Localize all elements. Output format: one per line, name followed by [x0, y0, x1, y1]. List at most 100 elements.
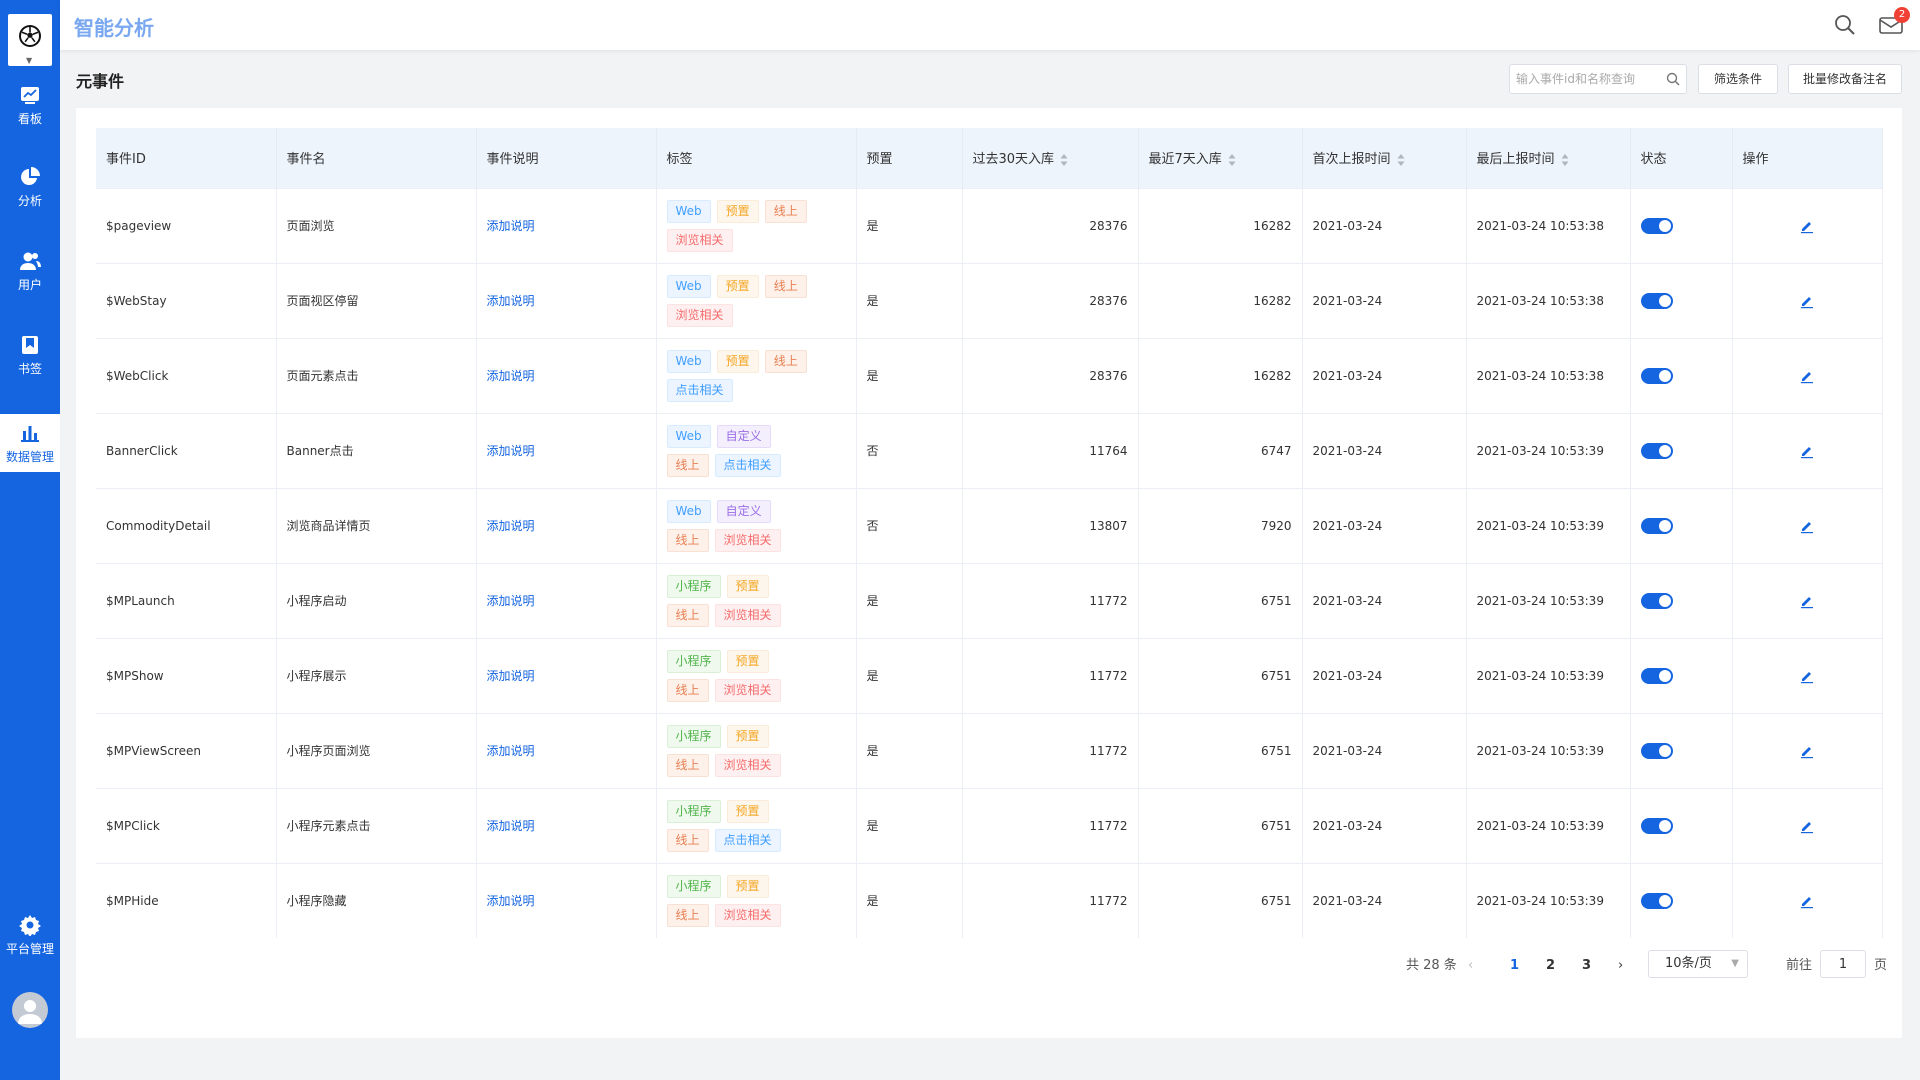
status-toggle[interactable] — [1640, 742, 1673, 759]
logo[interactable]: ▼ — [8, 14, 52, 66]
add-description-link[interactable]: 添加说明 — [476, 712, 657, 788]
event-tag: 线上 — [764, 199, 807, 223]
edit-icon[interactable] — [1799, 668, 1815, 684]
sidebar-item-dashboard[interactable]: 看板 — [0, 84, 60, 144]
event-tag: Web — [666, 199, 711, 223]
add-description-link[interactable]: 添加说明 — [476, 862, 657, 938]
sidebar-item-label: 分析 — [17, 194, 42, 208]
status-toggle[interactable] — [1640, 592, 1673, 609]
page-number[interactable]: 1 — [1510, 952, 1519, 980]
edit-icon[interactable] — [1799, 368, 1815, 384]
page-size-select[interactable]: 10条/页 ▼ — [1648, 950, 1748, 978]
avatar[interactable] — [12, 992, 48, 1028]
edit-icon[interactable] — [1799, 593, 1815, 609]
add-description-link[interactable]: 添加说明 — [476, 412, 657, 488]
add-description-link[interactable]: 添加说明 — [476, 262, 657, 338]
edit-icon[interactable] — [1799, 743, 1815, 759]
page-number[interactable]: 3 — [1582, 952, 1591, 980]
tag-list: Web 自定义 线上 点击相关 — [666, 424, 817, 477]
chevron-left-icon[interactable]: ‹ — [1468, 952, 1473, 980]
cell-first-report: 2021-03-24 — [1302, 262, 1467, 338]
sort-icon[interactable] — [1561, 153, 1569, 167]
status-toggle[interactable] — [1640, 442, 1673, 459]
table-row: $MPLaunch 小程序启动 添加说明 小程序 预置 线上 浏览相关是 11772 6751 2… — [96, 562, 1883, 638]
sidebar-item-users[interactable]: 用户 — [0, 250, 60, 310]
table-row: $WebClick 页面元素点击 添加说明 Web 预置 线上 点击相关是 28376 1628… — [96, 337, 1883, 413]
cell-last-report: 2021-03-24 10:53:39 — [1466, 637, 1631, 713]
add-description-link[interactable]: 添加说明 — [476, 487, 657, 563]
status-toggle[interactable] — [1640, 517, 1673, 534]
col-header-first-report[interactable]: 首次上报时间 — [1302, 128, 1467, 188]
edit-icon[interactable] — [1799, 893, 1815, 909]
sidebar-item-data-management[interactable]: 数据管理 — [0, 414, 60, 472]
search-icon[interactable] — [1834, 14, 1856, 36]
status-toggle[interactable] — [1640, 217, 1673, 234]
add-description-link[interactable]: 添加说明 — [476, 337, 657, 413]
edit-icon[interactable] — [1799, 518, 1815, 534]
sidebar-item-platform[interactable]: 平台管理 — [0, 914, 60, 974]
event-tag: 预置 — [726, 724, 769, 748]
event-tag: 预置 — [716, 274, 759, 298]
cell-7d-count: 6751 — [1138, 862, 1303, 938]
add-description-link[interactable]: 添加说明 — [476, 562, 657, 638]
cell-event-name: 页面视区停留 — [276, 262, 477, 338]
event-search-box[interactable] — [1509, 64, 1687, 94]
cell-preset: 是 — [856, 862, 963, 938]
event-tag: 线上 — [666, 903, 709, 927]
event-search-input[interactable] — [1516, 69, 1656, 89]
sort-icon[interactable] — [1397, 153, 1405, 167]
tag-list: Web 自定义 线上 浏览相关 — [666, 499, 817, 552]
status-toggle[interactable] — [1640, 817, 1673, 834]
status-toggle[interactable] — [1640, 292, 1673, 309]
cell-tags: 小程序 预置 线上 浏览相关 — [656, 637, 857, 713]
cell-first-report: 2021-03-24 — [1302, 637, 1467, 713]
edit-icon[interactable] — [1799, 218, 1815, 234]
goto-unit: 页 — [1874, 958, 1888, 973]
cell-status — [1630, 787, 1733, 863]
col-header-last-report[interactable]: 最后上报时间 — [1466, 128, 1631, 188]
cell-status — [1630, 187, 1733, 263]
edit-icon[interactable] — [1799, 293, 1815, 309]
tag-list: 小程序 预置 线上 浏览相关 — [666, 574, 817, 627]
edit-icon[interactable] — [1799, 818, 1815, 834]
col-header-30d[interactable]: 过去30天入库 — [962, 128, 1139, 188]
col-header-7d[interactable]: 最近7天入库 — [1138, 128, 1303, 188]
cell-tags: 小程序 预置 线上 浏览相关 — [656, 712, 857, 788]
cell-last-report: 2021-03-24 10:53:38 — [1466, 262, 1631, 338]
col-header-preset: 预置 — [856, 128, 963, 188]
cell-last-report: 2021-03-24 10:53:38 — [1466, 187, 1631, 263]
event-tag: 点击相关 — [714, 453, 781, 477]
goto-page-input[interactable] — [1820, 950, 1866, 978]
cell-event-id: $MPViewScreen — [96, 712, 277, 788]
page-number[interactable]: 2 — [1546, 952, 1555, 980]
sidebar-item-analysis[interactable]: 分析 — [0, 166, 60, 226]
add-description-link[interactable]: 添加说明 — [476, 637, 657, 713]
sort-icon[interactable] — [1060, 153, 1068, 167]
event-tag: 浏览相关 — [714, 903, 781, 927]
user-avatar-icon — [18, 1000, 42, 1024]
sidebar-item-bookmarks[interactable]: 书签 — [0, 334, 60, 394]
event-tag: 线上 — [666, 828, 709, 852]
filter-button[interactable]: 筛选条件 — [1698, 64, 1778, 94]
event-tag: 预置 — [726, 799, 769, 823]
search-icon[interactable] — [1666, 72, 1680, 86]
add-description-link[interactable]: 添加说明 — [476, 787, 657, 863]
status-toggle[interactable] — [1640, 367, 1673, 384]
cell-last-report: 2021-03-24 10:53:39 — [1466, 487, 1631, 563]
add-description-link[interactable]: 添加说明 — [476, 187, 657, 263]
status-toggle[interactable] — [1640, 892, 1673, 909]
cell-event-id: $pageview — [96, 187, 277, 263]
edit-icon[interactable] — [1799, 443, 1815, 459]
cell-actions — [1732, 862, 1883, 938]
event-tag: 浏览相关 — [666, 228, 733, 252]
sidebar-item-label: 平台管理 — [5, 942, 54, 956]
status-toggle[interactable] — [1640, 667, 1673, 684]
batch-edit-button[interactable]: 批量修改备注名 — [1788, 64, 1902, 94]
cell-last-report: 2021-03-24 10:53:39 — [1466, 412, 1631, 488]
cell-30d-count: 11772 — [962, 862, 1139, 938]
cell-preset: 是 — [856, 337, 963, 413]
sort-icon[interactable] — [1228, 153, 1236, 167]
col-header-label: 过去30天入库 — [972, 152, 1055, 168]
cell-7d-count: 6751 — [1138, 562, 1303, 638]
chevron-right-icon[interactable]: › — [1618, 952, 1623, 980]
